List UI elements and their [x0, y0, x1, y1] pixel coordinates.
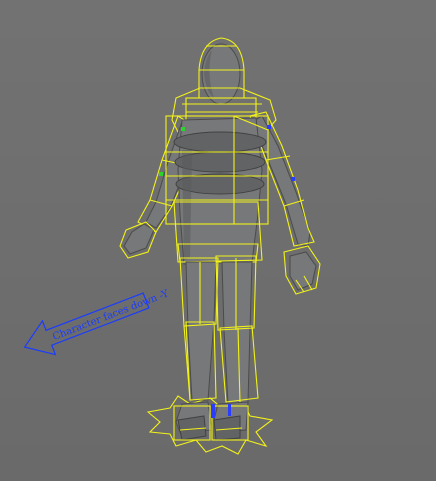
scene[interactable]: Character faces down -Y [0, 0, 436, 481]
joint-marker[interactable] [159, 172, 163, 176]
joint-marker[interactable] [211, 404, 215, 418]
character-head[interactable] [185, 37, 257, 121]
joint-marker[interactable] [228, 404, 231, 416]
joint-marker[interactable] [267, 125, 271, 129]
3d-viewport[interactable]: Character faces down -Y [0, 0, 436, 481]
joint-marker[interactable] [291, 177, 295, 181]
direction-arrow: Character faces down -Y [23, 288, 171, 356]
character-torso[interactable] [165, 115, 269, 265]
joint-marker[interactable] [181, 127, 185, 131]
direction-arrow-label: Character faces down -Y [51, 288, 170, 343]
